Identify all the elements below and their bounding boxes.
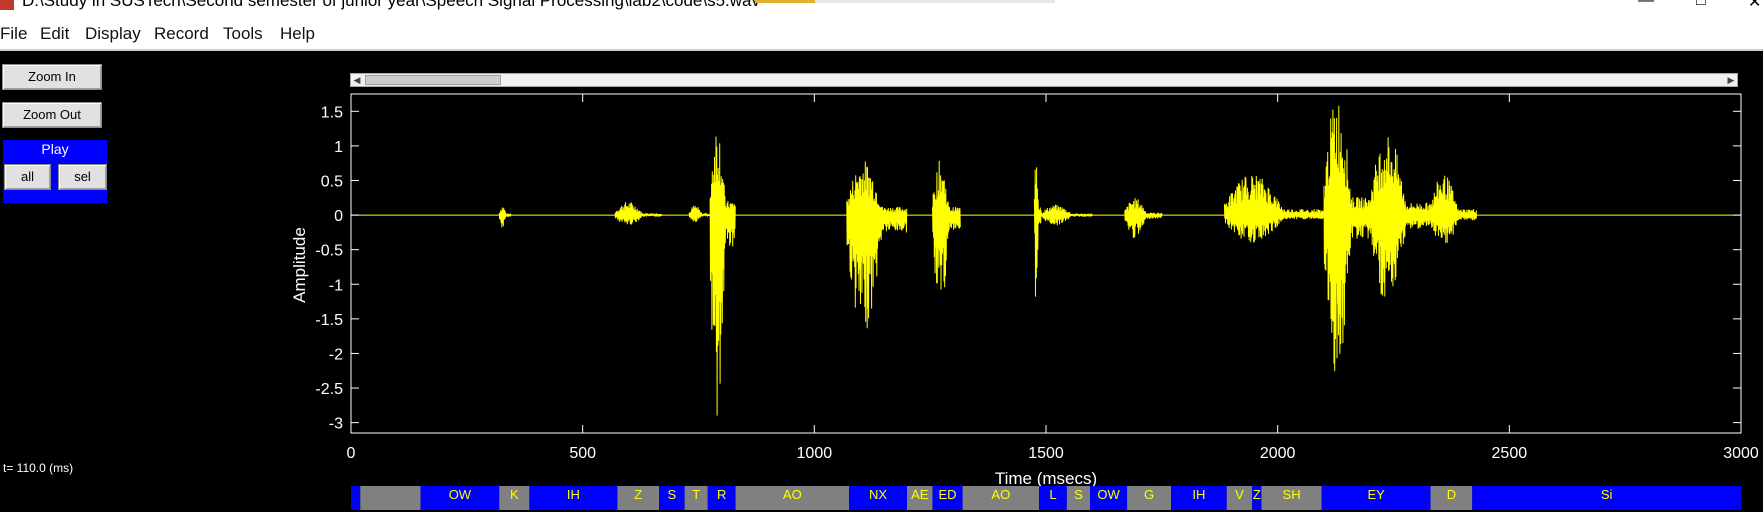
y-tick-label: -1 xyxy=(329,277,343,294)
y-tick-label: -2.5 xyxy=(315,381,343,398)
phone-label: ED xyxy=(939,487,957,502)
waveform-segment-3 xyxy=(709,136,736,416)
phone-label: S xyxy=(1074,487,1083,502)
x-tick-label: 3000 xyxy=(1723,445,1759,462)
phone-label: D xyxy=(1447,487,1456,502)
x-tick-label: 2000 xyxy=(1260,445,1296,462)
waveform-segment-4 xyxy=(846,161,908,329)
x-tick-label: 1000 xyxy=(797,445,833,462)
phone-label: AO xyxy=(991,487,1010,502)
phone-label: L xyxy=(1049,487,1056,502)
waveform-segment-2 xyxy=(688,205,711,222)
phone-label: NX xyxy=(869,487,887,502)
phone-label: AO xyxy=(783,487,802,502)
phone-label: IH xyxy=(567,487,580,502)
x-tick-label: 1500 xyxy=(1028,445,1064,462)
phone-label: Z xyxy=(1253,487,1261,502)
waveform-segment-9 xyxy=(1223,175,1325,243)
y-tick-label: 1.5 xyxy=(321,104,343,121)
phone-segment[interactable] xyxy=(360,486,421,510)
waveform-segment-1 xyxy=(614,202,662,225)
waveform-segment-11 xyxy=(1369,137,1431,297)
phone-segment[interactable] xyxy=(351,486,361,510)
x-tick-label: 0 xyxy=(347,445,356,462)
waveform-segment-10 xyxy=(1323,105,1371,372)
waveform-segment-5 xyxy=(932,160,961,290)
phone-label: OW xyxy=(449,487,472,502)
x-axis-label: Time (msecs) xyxy=(995,469,1097,488)
phone-label: Z xyxy=(634,487,642,502)
phone-label: Si xyxy=(1601,487,1613,502)
phone-label: T xyxy=(692,487,700,502)
phone-label: V xyxy=(1235,487,1244,502)
y-tick-label: -1.5 xyxy=(315,312,343,329)
y-tick-label: -2 xyxy=(329,346,343,363)
phone-label: IH xyxy=(1192,487,1205,502)
x-tick-label: 500 xyxy=(569,445,596,462)
y-tick-label: -0.5 xyxy=(315,243,343,260)
waveform-segment-8 xyxy=(1124,198,1163,239)
phone-label: S xyxy=(668,487,677,502)
waveform-plot[interactable]: 0 500 1000 1500 2000 2500 3000 1.5 1 0.5 0 -0.5 -1 -1… xyxy=(0,0,1763,512)
waveform-segment-0 xyxy=(498,207,512,228)
phone-label: R xyxy=(717,487,726,502)
y-tick-label: 1 xyxy=(334,139,343,156)
phone-label: G xyxy=(1144,487,1154,502)
plot-frame xyxy=(350,93,1742,434)
y-tick-label: 0 xyxy=(334,208,343,225)
waveform-segment-12 xyxy=(1430,175,1477,243)
waveform-segment-6 xyxy=(1033,167,1042,297)
phone-label: EY xyxy=(1367,487,1385,502)
phone-label: K xyxy=(510,487,519,502)
waveform-segment-7 xyxy=(1040,204,1093,226)
y-axis-label: Amplitude xyxy=(290,227,309,303)
phone-label: OW xyxy=(1097,487,1120,502)
phone-label: SH xyxy=(1283,487,1301,502)
phone-label: AE xyxy=(911,487,929,502)
x-tick-label: 2500 xyxy=(1492,445,1528,462)
y-tick-label: -3 xyxy=(329,416,343,433)
y-tick-label: 0.5 xyxy=(321,173,343,190)
